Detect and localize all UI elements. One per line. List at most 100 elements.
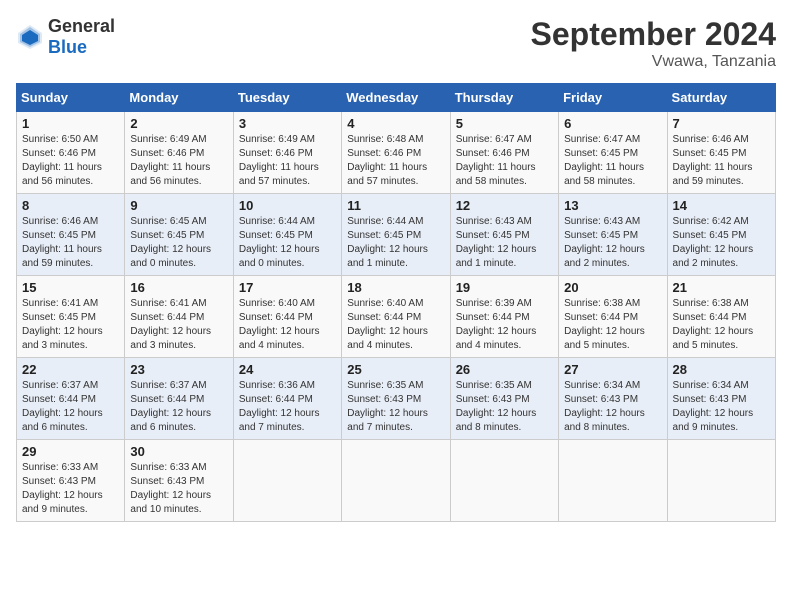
day-number: 5 [456,116,553,131]
calendar-day-cell: 23 Sunrise: 6:37 AMSunset: 6:44 PMDayligh… [125,358,233,440]
day-info: Sunrise: 6:36 AMSunset: 6:44 PMDaylight:… [239,379,336,435]
day-number: 3 [239,116,336,131]
empty-cell [233,440,341,522]
day-number: 7 [673,116,770,131]
day-info: Sunrise: 6:50 AMSunset: 6:46 PMDaylight:… [22,133,119,189]
logo-general: General [48,16,115,36]
day-info: Sunrise: 6:43 AMSunset: 6:45 PMDaylight:… [564,215,661,271]
calendar-week-row: 1 Sunrise: 6:50 AMSunset: 6:46 PMDaylight… [17,112,776,194]
day-number: 12 [456,198,553,213]
calendar-day-cell: 7 Sunrise: 6:46 AMSunset: 6:45 PMDaylight… [667,112,775,194]
day-info: Sunrise: 6:48 AMSunset: 6:46 PMDaylight:… [347,133,444,189]
day-number: 6 [564,116,661,131]
day-number: 22 [22,362,119,377]
day-info: Sunrise: 6:34 AMSunset: 6:43 PMDaylight:… [564,379,661,435]
calendar-day-cell: 2Sunrise: 6:49 AMSunset: 6:46 PMDaylight… [125,112,233,194]
day-number: 2 [130,116,227,131]
page-header: General Blue September 2024 Vwawa, Tanza… [16,16,776,71]
calendar-day-cell: 16Sunrise: 6:41 AMSunset: 6:44 PMDayligh… [125,276,233,358]
weekday-header-row: Sunday Monday Tuesday Wednesday Thursday… [17,84,776,112]
day-info: Sunrise: 6:45 AMSunset: 6:45 PMDaylight:… [130,215,227,271]
day-info: Sunrise: 6:41 AMSunset: 6:45 PMDaylight:… [22,297,119,353]
day-info: Sunrise: 6:43 AMSunset: 6:45 PMDaylight:… [456,215,553,271]
day-info: Sunrise: 6:38 AMSunset: 6:44 PMDaylight:… [673,297,770,353]
calendar-day-cell: 17 Sunrise: 6:40 AMSunset: 6:44 PMDayligh… [233,276,341,358]
header-sunday: Sunday [17,84,125,112]
calendar-day-cell: 20Sunrise: 6:38 AMSunset: 6:44 PMDayligh… [559,276,667,358]
day-info: Sunrise: 6:38 AMSunset: 6:44 PMDaylight:… [564,297,661,353]
day-info: Sunrise: 6:37 AMSunset: 6:44 PMDaylight:… [130,379,227,435]
header-monday: Monday [125,84,233,112]
calendar-day-cell: 22 Sunrise: 6:37 AMSunset: 6:44 PMDayligh… [17,358,125,440]
day-number: 13 [564,198,661,213]
calendar-day-cell: 27 Sunrise: 6:34 AMSunset: 6:43 PMDayligh… [559,358,667,440]
calendar-day-cell: 3 Sunrise: 6:49 AMSunset: 6:46 PMDaylight… [233,112,341,194]
calendar-table: Sunday Monday Tuesday Wednesday Thursday… [16,83,776,522]
location-title: Vwawa, Tanzania [531,53,776,71]
day-info: Sunrise: 6:40 AMSunset: 6:44 PMDaylight:… [239,297,336,353]
day-number: 28 [673,362,770,377]
day-number: 30 [130,444,227,459]
day-number: 25 [347,362,444,377]
day-info: Sunrise: 6:37 AMSunset: 6:44 PMDaylight:… [22,379,119,435]
calendar-day-cell: 24 Sunrise: 6:36 AMSunset: 6:44 PMDayligh… [233,358,341,440]
title-section: September 2024 Vwawa, Tanzania [531,16,776,71]
calendar-week-row: 8 Sunrise: 6:46 AMSunset: 6:45 PMDaylight… [17,194,776,276]
calendar-day-cell: 1 Sunrise: 6:50 AMSunset: 6:46 PMDaylight… [17,112,125,194]
calendar-day-cell: 25Sunrise: 6:35 AMSunset: 6:43 PMDayligh… [342,358,450,440]
logo-blue: Blue [48,37,87,57]
day-number: 4 [347,116,444,131]
day-number: 26 [456,362,553,377]
calendar-week-row: 22 Sunrise: 6:37 AMSunset: 6:44 PMDayligh… [17,358,776,440]
day-info: Sunrise: 6:44 AMSunset: 6:45 PMDaylight:… [239,215,336,271]
day-info: Sunrise: 6:33 AMSunset: 6:43 PMDaylight:… [22,461,119,517]
day-number: 11 [347,198,444,213]
day-info: Sunrise: 6:49 AMSunset: 6:46 PMDaylight:… [239,133,336,189]
calendar-week-row: 15 Sunrise: 6:41 AMSunset: 6:45 PMDayligh… [17,276,776,358]
header-tuesday: Tuesday [233,84,341,112]
calendar-day-cell: 26Sunrise: 6:35 AMSunset: 6:43 PMDayligh… [450,358,558,440]
day-info: Sunrise: 6:39 AMSunset: 6:44 PMDaylight:… [456,297,553,353]
calendar-day-cell: 13 Sunrise: 6:43 AMSunset: 6:45 PMDayligh… [559,194,667,276]
calendar-day-cell: 4 Sunrise: 6:48 AMSunset: 6:46 PMDaylight… [342,112,450,194]
calendar-day-cell: 15 Sunrise: 6:41 AMSunset: 6:45 PMDayligh… [17,276,125,358]
empty-cell [667,440,775,522]
calendar-day-cell: 28 Sunrise: 6:34 AMSunset: 6:43 PMDayligh… [667,358,775,440]
logo: General Blue [16,16,115,58]
calendar-day-cell: 21 Sunrise: 6:38 AMSunset: 6:44 PMDayligh… [667,276,775,358]
calendar-day-cell: 12 Sunrise: 6:43 AMSunset: 6:45 PMDayligh… [450,194,558,276]
month-title: September 2024 [531,16,776,53]
day-number: 10 [239,198,336,213]
day-info: Sunrise: 6:46 AMSunset: 6:45 PMDaylight:… [673,133,770,189]
calendar-day-cell: 8 Sunrise: 6:46 AMSunset: 6:45 PMDaylight… [17,194,125,276]
day-number: 21 [673,280,770,295]
day-info: Sunrise: 6:47 AMSunset: 6:46 PMDaylight:… [456,133,553,189]
calendar-day-cell: 9Sunrise: 6:45 AMSunset: 6:45 PMDaylight… [125,194,233,276]
day-info: Sunrise: 6:41 AMSunset: 6:44 PMDaylight:… [130,297,227,353]
day-info: Sunrise: 6:44 AMSunset: 6:45 PMDaylight:… [347,215,444,271]
logo-icon [16,23,44,51]
calendar-week-row: 29 Sunrise: 6:33 AMSunset: 6:43 PMDayligh… [17,440,776,522]
header-friday: Friday [559,84,667,112]
empty-cell [559,440,667,522]
day-number: 23 [130,362,227,377]
day-number: 17 [239,280,336,295]
day-info: Sunrise: 6:42 AMSunset: 6:45 PMDaylight:… [673,215,770,271]
day-number: 24 [239,362,336,377]
day-info: Sunrise: 6:34 AMSunset: 6:43 PMDaylight:… [673,379,770,435]
day-number: 14 [673,198,770,213]
calendar-day-cell: 14 Sunrise: 6:42 AMSunset: 6:45 PMDayligh… [667,194,775,276]
day-number: 1 [22,116,119,131]
logo-text: General Blue [48,16,115,58]
day-number: 15 [22,280,119,295]
calendar-day-cell: 5 Sunrise: 6:47 AMSunset: 6:46 PMDaylight… [450,112,558,194]
day-number: 27 [564,362,661,377]
day-info: Sunrise: 6:47 AMSunset: 6:45 PMDaylight:… [564,133,661,189]
calendar-day-cell: 10 Sunrise: 6:44 AMSunset: 6:45 PMDayligh… [233,194,341,276]
day-info: Sunrise: 6:46 AMSunset: 6:45 PMDaylight:… [22,215,119,271]
day-number: 29 [22,444,119,459]
day-number: 8 [22,198,119,213]
header-saturday: Saturday [667,84,775,112]
empty-cell [342,440,450,522]
calendar-day-cell: 30Sunrise: 6:33 AMSunset: 6:43 PMDayligh… [125,440,233,522]
